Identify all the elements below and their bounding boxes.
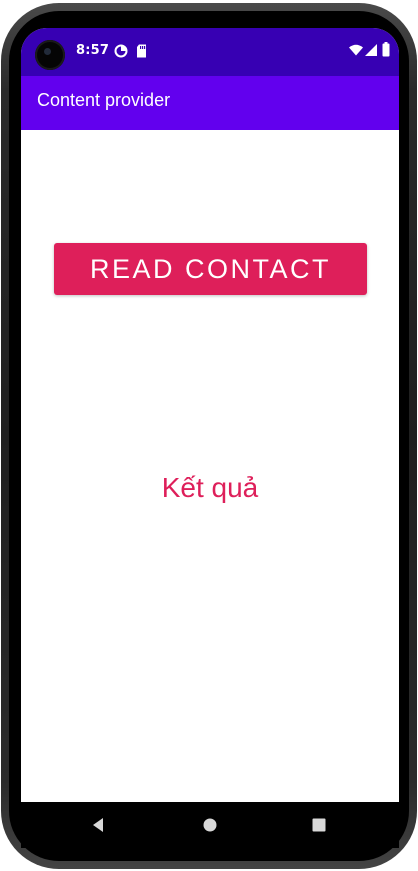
navigation-bar: [21, 802, 399, 848]
data-saver-icon: [114, 44, 128, 58]
read-contact-button[interactable]: READ CONTACT: [54, 243, 367, 295]
app-title: Content provider: [37, 90, 171, 110]
status-bar: 8:57: [21, 28, 399, 76]
result-text: Kết quả: [161, 472, 259, 503]
status-time: 8:57: [76, 43, 110, 58]
home-icon[interactable]: [199, 814, 221, 836]
front-camera: [35, 40, 65, 70]
wifi-icon: [349, 44, 363, 56]
back-icon[interactable]: [88, 814, 110, 836]
app-bar: Content provider: [21, 76, 399, 130]
screen: 8:57 Content provider READ CONTACT Kết q…: [21, 28, 399, 802]
battery-icon: [382, 42, 390, 57]
signal-icon: [365, 44, 377, 56]
sd-card-icon: [137, 44, 146, 58]
phone-device: 8:57 Content provider READ CONTACT Kết q…: [0, 0, 418, 871]
recents-icon[interactable]: [308, 814, 330, 836]
